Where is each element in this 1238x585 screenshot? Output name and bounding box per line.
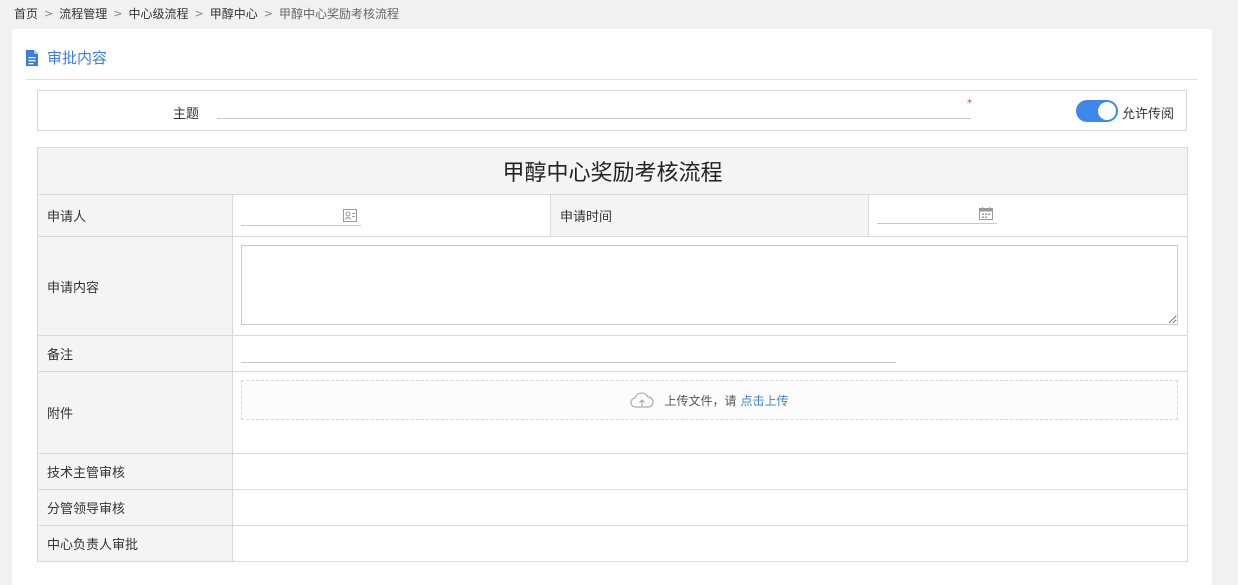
tech-review-label: 技术主管审核 (37, 453, 233, 490)
section-header: 审批内容 (26, 47, 107, 68)
applicant-cell (232, 194, 551, 237)
required-mark: * (967, 98, 972, 109)
upload-dropzone[interactable]: 上传文件，请 点击上传 (241, 380, 1178, 420)
breadcrumb-current-page: 甲醇中心奖励考核流程 (278, 6, 399, 21)
upload-hint-text: 上传文件，请 (664, 393, 737, 408)
toggle-knob (1098, 102, 1116, 120)
cloud-upload-icon (630, 392, 655, 408)
apply-time-label: 申请时间 (550, 194, 869, 237)
breadcrumb-process-management[interactable]: 流程管理 (59, 5, 107, 22)
chevron-right-icon: > (113, 6, 123, 20)
content-label: 申请内容 (37, 236, 233, 336)
center-approval-cell (231, 525, 1189, 562)
section-divider (26, 79, 1197, 80)
tech-review-cell (231, 453, 1189, 490)
click-upload-link[interactable]: 点击上传 (741, 392, 789, 409)
breadcrumb-home[interactable]: 首页 (14, 5, 38, 22)
applicant-label: 申请人 (37, 194, 233, 237)
calendar-icon[interactable] (979, 207, 993, 220)
breadcrumb-center-process[interactable]: 中心级流程 (128, 5, 188, 22)
approval-card: 审批内容 主题 * 允许传阅 甲醇中心奖励考核流程 申请人 申请时间 申请内容 … (12, 29, 1212, 585)
breadcrumb: 首页 > 流程管理 > 中心级流程 > 甲醇中心 > 甲醇中心奖励考核流程 (14, 4, 399, 22)
allow-circulate-toggle[interactable] (1076, 100, 1118, 122)
leader-review-label: 分管领导审核 (37, 489, 233, 526)
document-icon (26, 49, 38, 66)
allow-circulate-label: 允许传阅 (1122, 107, 1175, 122)
subject-row: 主题 * 允许传阅 (37, 90, 1187, 131)
attachment-cell: 上传文件，请 点击上传 (231, 371, 1189, 454)
chevron-right-icon: > (263, 6, 273, 20)
approval-form-table: 甲醇中心奖励考核流程 申请人 申请时间 申请内容 备注 附件 上传文件，请 点击… (36, 147, 1189, 562)
form-title: 甲醇中心奖励考核流程 (36, 147, 1189, 195)
chevron-right-icon: > (44, 6, 54, 20)
content-cell (231, 236, 1189, 336)
apply-time-cell (867, 194, 1189, 237)
chevron-right-icon: > (194, 6, 204, 20)
center-approval-label: 中心负责人审批 (37, 525, 233, 562)
leader-review-cell (231, 489, 1189, 526)
content-textarea[interactable] (241, 245, 1178, 325)
subject-label: 主题 (173, 107, 200, 122)
contact-card-icon[interactable] (343, 209, 357, 222)
remark-cell (231, 335, 1189, 372)
subject-input[interactable] (217, 96, 971, 119)
section-title: 审批内容 (47, 49, 108, 67)
attachment-label: 附件 (37, 371, 233, 454)
remark-input[interactable] (241, 342, 896, 363)
remark-label: 备注 (37, 335, 233, 372)
breadcrumb-methanol-center[interactable]: 甲醇中心 (210, 5, 258, 22)
